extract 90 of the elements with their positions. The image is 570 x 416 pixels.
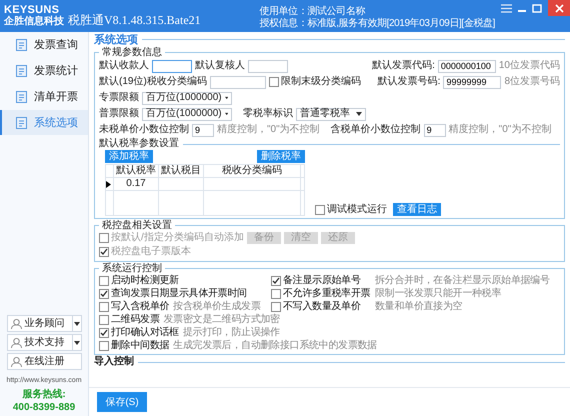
hint-text: 8位发票号码 xyxy=(504,76,560,88)
caret-icon xyxy=(74,322,80,326)
option-checkbox[interactable]: 不允许多重税率开票 xyxy=(271,288,370,300)
caret-icon xyxy=(74,340,80,344)
normal-limit-dropdown[interactable]: 百万位(1000000) xyxy=(142,108,232,120)
document-icon xyxy=(16,64,27,76)
column-header: 税收分类编码 xyxy=(204,165,301,177)
person-icon xyxy=(10,338,22,348)
hint-text: 生成完发票后，自动删除接口系统中的发票数据 xyxy=(173,340,377,352)
debug-mode-checkbox[interactable]: 调试模式运行 xyxy=(315,204,387,216)
logo-text: KEYSUNS xyxy=(4,5,60,16)
user-unit-text: 使用单位：测试公司名称 xyxy=(259,6,366,18)
field-label: 普票限额 xyxy=(99,108,139,120)
option-checkbox[interactable]: 写入含税单价 xyxy=(99,300,170,312)
hint-text: 数量和单价直接为空 xyxy=(375,300,462,312)
option-checkbox[interactable]: 打印确认对话框 xyxy=(99,326,179,338)
caret-icon xyxy=(356,112,362,116)
option-checkbox[interactable]: 查询发票日期显示具体开票时间 xyxy=(99,288,247,300)
tax-code-field[interactable] xyxy=(210,76,266,88)
field-label: 含税单价小数位控制 xyxy=(330,124,421,136)
caret-icon xyxy=(224,96,228,100)
checkmark-icon xyxy=(100,248,108,256)
document-icon xyxy=(16,38,27,50)
option-checkbox[interactable]: 备注显示原始单号 xyxy=(271,274,361,286)
close-icon xyxy=(554,4,564,12)
page-title: 系统选项 xyxy=(94,34,138,46)
hint-text: 精度控制，"0"为不控制 xyxy=(217,124,320,136)
hint-text: 提示打印，防止误操作 xyxy=(182,326,280,338)
zero-rate-dropdown[interactable]: 普通零税率 xyxy=(296,108,366,120)
hint-text: 拆分合并时，在备注栏显示原始单据编号 xyxy=(375,274,550,286)
checkmark-icon xyxy=(100,328,108,336)
taxed-decimals-field[interactable]: 9 xyxy=(424,124,446,136)
license-text: 授权信息：标准版,服务有效期[2019年03月09日][金税盘] xyxy=(259,18,495,30)
field-label: 默认收款人 xyxy=(99,60,149,72)
hint-text: 按含税单价生成发票 xyxy=(173,300,261,312)
row-pointer-icon xyxy=(106,180,111,188)
field-label: 默认(19位)税收分类编码 xyxy=(99,76,207,88)
option-checkbox[interactable]: 不写入数量及单价 xyxy=(271,300,361,312)
hint-text: 发票密文是二维码方式加密 xyxy=(164,314,280,326)
view-log-button[interactable]: 查看日志 xyxy=(393,203,441,216)
person-icon xyxy=(10,356,22,366)
section-title: 导入控制 xyxy=(94,356,134,368)
table-cell: 0.17 xyxy=(114,178,159,190)
column-header: 默认税目 xyxy=(159,165,204,177)
special-limit-dropdown[interactable]: 百万位(1000000) xyxy=(142,92,232,104)
document-icon xyxy=(16,90,27,102)
save-button[interactable]: 保存(S) xyxy=(97,392,147,412)
hint-text: 10位发票代码 xyxy=(498,60,560,72)
logo-subtitle: 企胜信息科技 xyxy=(4,16,64,27)
document-icon xyxy=(16,116,27,128)
close-button[interactable] xyxy=(548,0,570,16)
option-checkbox[interactable]: 删除中间数据 xyxy=(99,340,170,352)
menu-icon[interactable] xyxy=(501,4,512,13)
field-label: 未税单价小数位控制 xyxy=(99,124,189,136)
invoice-number-field[interactable]: 99999999 xyxy=(443,76,502,88)
panel-legend: 系统运行控制 xyxy=(99,263,165,274)
section-title: 默认税率参数设置 xyxy=(99,138,179,150)
invoice-code-field[interactable]: 0000000100 xyxy=(438,60,496,72)
untaxed-decimals-field[interactable]: 9 xyxy=(192,124,214,136)
sidebar-item[interactable]: 发票查询 xyxy=(0,32,88,57)
field-label: 默认发票代码: xyxy=(372,60,435,72)
caret-icon xyxy=(224,112,228,116)
checkmark-icon xyxy=(100,290,108,298)
option-checkbox[interactable]: 二维码发票 xyxy=(99,314,160,326)
side-button[interactable]: 技术支持 xyxy=(6,334,82,351)
checkmark-icon xyxy=(272,276,280,284)
panel-legend: 常规参数信息 xyxy=(99,47,165,58)
hint-text: 限制一张发票只能开一种税率 xyxy=(375,288,502,300)
sidebar-item[interactable]: 发票统计 xyxy=(0,58,88,83)
restrict-checkbox[interactable]: 限制末级分类编码 xyxy=(268,76,361,88)
payee-field[interactable] xyxy=(152,60,192,72)
field-label: 零税率标识 xyxy=(243,108,293,120)
app-title: 税胜通V8.1.48.315.Bate21 xyxy=(68,14,201,26)
field-label: 专票限额 xyxy=(99,92,139,104)
field-label: 默认发票号码: xyxy=(378,76,440,88)
person-icon xyxy=(10,318,22,328)
reviewer-field[interactable] xyxy=(248,60,288,72)
column-header: 默认税率 xyxy=(114,165,159,177)
side-button[interactable]: 在线注册 xyxy=(6,353,82,370)
hint-text: 精度控制，"0"为不控制 xyxy=(448,124,552,136)
add-tax-rate-button[interactable]: 添加税率 xyxy=(105,150,153,163)
sidebar-item[interactable]: 清单开票 xyxy=(0,84,88,109)
option-checkbox[interactable]: 启动时检测更新 xyxy=(99,274,179,286)
delete-tax-rate-button[interactable]: 删除税率 xyxy=(257,150,305,163)
hotline-label: 服务热线: xyxy=(22,389,66,400)
field-label: 默认复核人 xyxy=(195,60,245,72)
side-button[interactable]: 业务顾问 xyxy=(6,315,82,332)
maximize-icon[interactable] xyxy=(532,4,542,13)
hotline-number: 400-8399-889 xyxy=(12,402,76,413)
panel-legend: 税控盘相关设置 xyxy=(99,220,175,231)
